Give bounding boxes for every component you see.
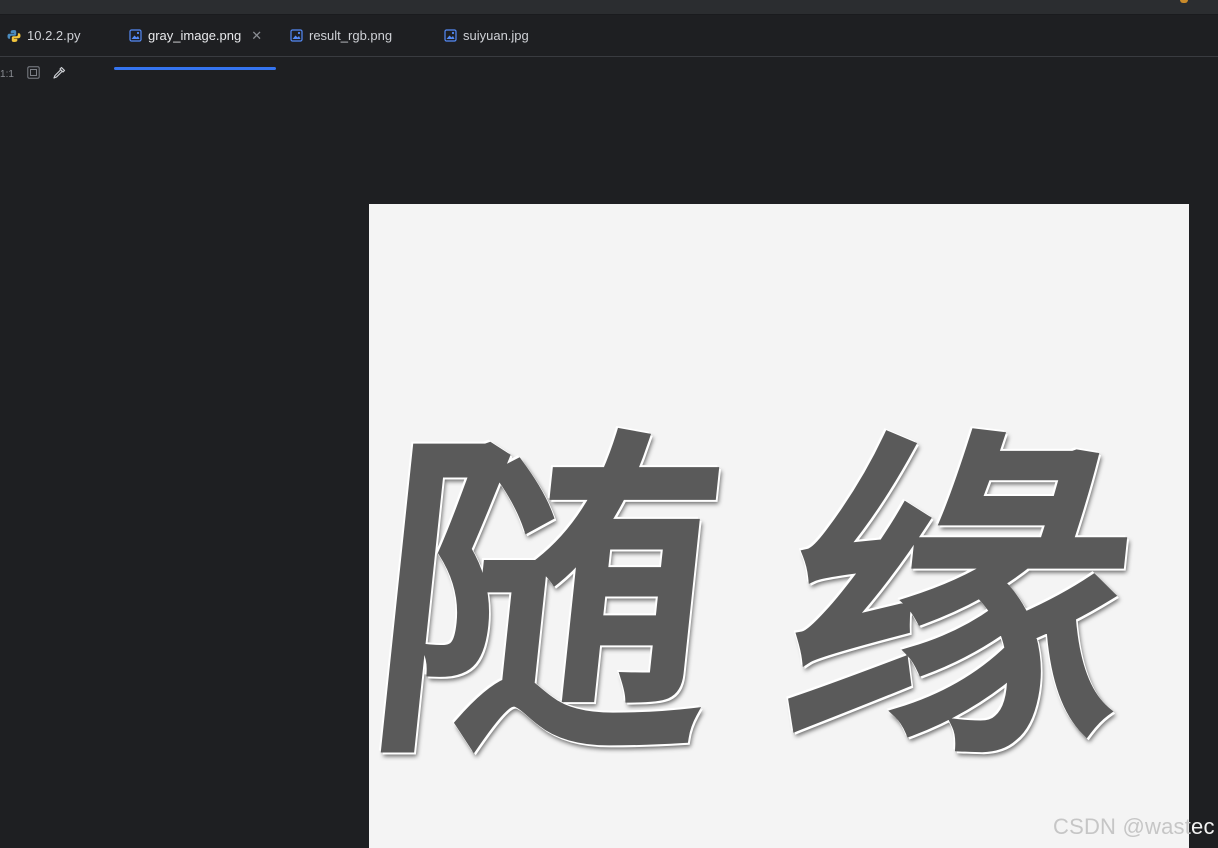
notification-dot <box>1180 0 1188 3</box>
image-file-icon <box>443 29 457 43</box>
tab-result-rgb[interactable]: result_rgb.png <box>289 15 392 56</box>
calligraphy-character-yuan: 缘 <box>768 402 1151 801</box>
tab-label: gray_image.png <box>148 28 242 43</box>
fit-to-screen-button[interactable] <box>26 66 40 82</box>
tab-python-file[interactable]: 10.2.2.py <box>7 15 81 56</box>
csdn-watermark: CSDN @wastec <box>1053 814 1215 840</box>
fit-to-screen-icon <box>26 66 40 82</box>
image-canvas[interactable]: 随 缘 <box>369 204 1189 848</box>
actual-size-button[interactable]: 1:1 <box>0 67 14 81</box>
tab-label: result_rgb.png <box>309 28 393 43</box>
watermark-text: CSDN @wast <box>1053 814 1192 839</box>
title-bar <box>0 0 1218 15</box>
watermark-tail: ec <box>1191 814 1215 839</box>
image-file-icon <box>289 29 303 43</box>
color-picker-button[interactable] <box>52 66 66 83</box>
close-tab-icon[interactable]: ✕ <box>251 29 262 42</box>
eyedropper-icon <box>52 66 66 83</box>
image-file-icon <box>128 29 142 43</box>
tab-label: 10.2.2.py <box>27 28 81 43</box>
editor-tab-bar: 10.2.2.py gray_image.png ✕ result_rgb.pn… <box>0 15 1218 70</box>
zoom-label: 1:1 <box>0 68 14 80</box>
tab-label: suiyuan.jpg <box>463 28 529 43</box>
tab-suiyuan[interactable]: suiyuan.jpg <box>443 15 529 56</box>
image-toolbar: 1:1 <box>0 57 1218 91</box>
tab-gray-image[interactable]: gray_image.png ✕ <box>128 15 262 56</box>
python-file-icon <box>7 29 21 43</box>
calligraphy-character-sui: 随 <box>369 402 737 801</box>
